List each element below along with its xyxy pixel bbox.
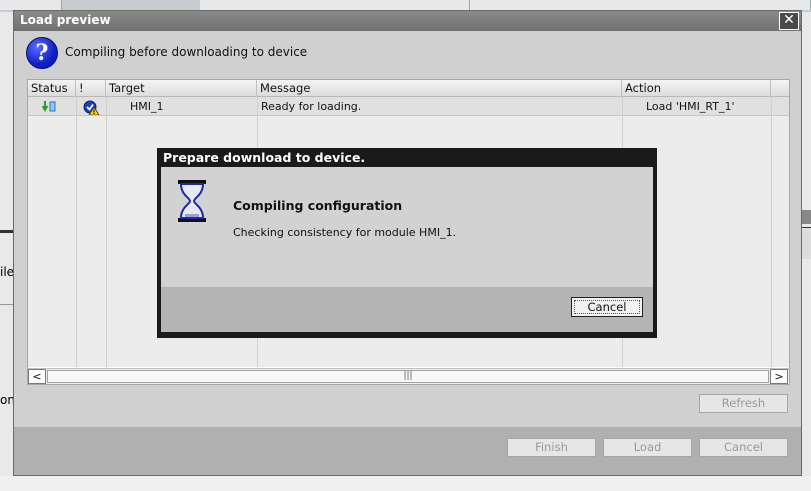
dialog-footer: Finish Load Cancel: [14, 427, 801, 475]
prepare-download-dialog: Prepare download to device. Compiling co…: [157, 148, 657, 338]
column-header-warning[interactable]: !: [76, 80, 106, 97]
dialog-heading: Compiling before downloading to device: [65, 45, 308, 59]
column-header-action[interactable]: Action: [622, 80, 771, 97]
row-target: HMI_1: [130, 100, 164, 113]
load-button[interactable]: Load: [603, 438, 692, 457]
horizontal-scrollbar[interactable]: < ||| >: [28, 368, 789, 384]
check-warning-icon: [83, 97, 100, 116]
progress-heading: Compiling configuration: [233, 198, 403, 213]
question-icon: ?: [26, 37, 58, 69]
background-statusbar: [0, 476, 811, 491]
row-action[interactable]: Load 'HMI_RT_1': [646, 97, 735, 116]
column-header-target[interactable]: Target: [106, 80, 257, 97]
table-row[interactable]: HMI_1 Ready for loading. Load 'HMI_RT_1': [28, 97, 789, 116]
finish-button[interactable]: Finish: [507, 438, 596, 457]
scroll-left-button[interactable]: <: [28, 369, 46, 384]
background-right-panel: [801, 12, 811, 491]
download-status-icon: [41, 97, 56, 116]
hourglass-icon: [178, 180, 206, 222]
scroll-thumb[interactable]: |||: [47, 370, 769, 383]
progress-cancel-button[interactable]: Cancel: [571, 297, 643, 317]
cancel-button[interactable]: Cancel: [699, 438, 788, 457]
progress-body: Compiling configuration Checking consist…: [161, 167, 653, 287]
close-icon: ✕: [783, 12, 795, 28]
dialog-title: Load preview: [20, 13, 111, 27]
progress-footer: Cancel: [161, 287, 653, 332]
progress-text: Checking consistency for module HMI_1.: [233, 226, 457, 239]
close-button[interactable]: ✕: [779, 12, 799, 30]
column-header-status[interactable]: Status: [28, 80, 76, 97]
dialog-titlebar: Load preview ✕: [14, 11, 801, 31]
background-text: ile: [0, 265, 15, 279]
refresh-button[interactable]: Refresh: [699, 394, 788, 413]
progress-title: Prepare download to device.: [163, 150, 366, 165]
column-header-message[interactable]: Message: [257, 80, 622, 97]
scroll-right-button[interactable]: >: [770, 369, 788, 384]
row-message: Ready for loading.: [261, 100, 362, 113]
background-left-panel: ile on: [0, 12, 15, 491]
table-header: Status ! Target Message Action: [28, 80, 789, 97]
